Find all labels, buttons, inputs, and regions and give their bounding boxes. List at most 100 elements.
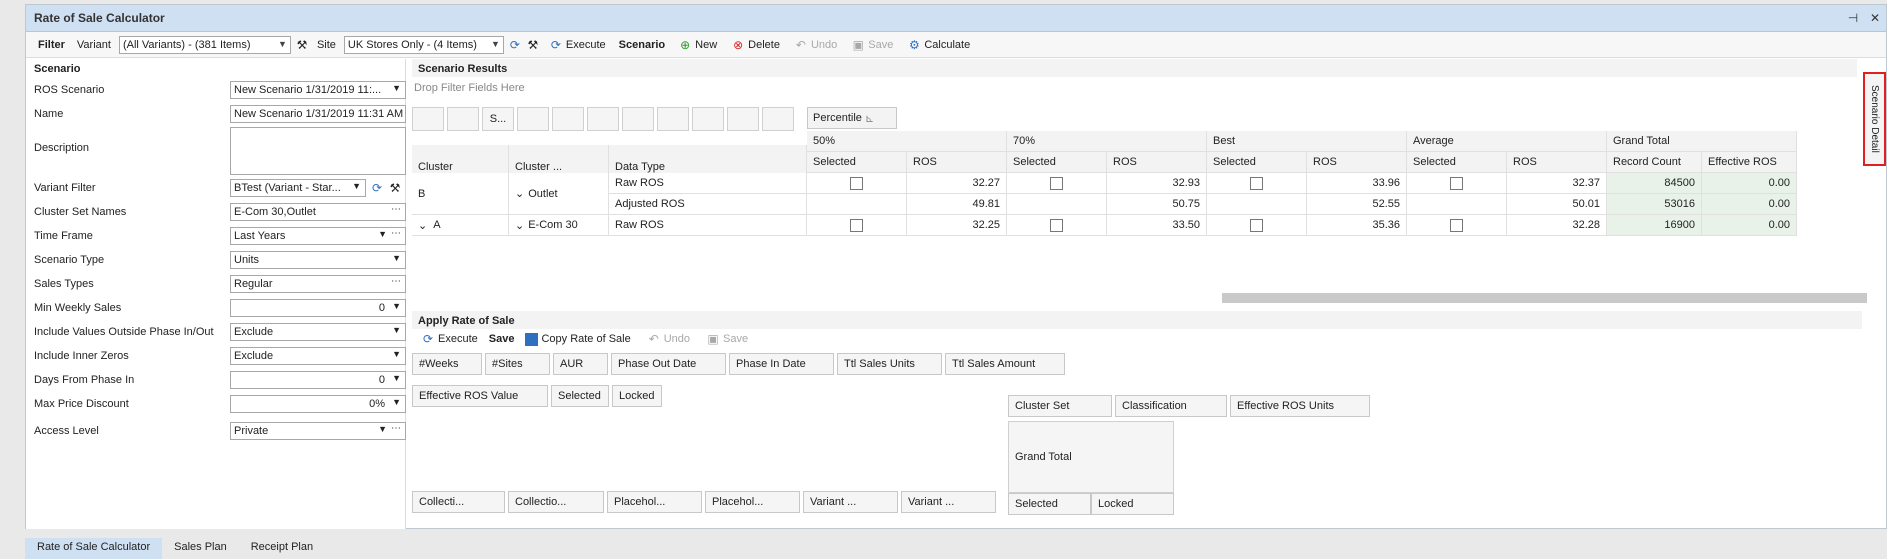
cluster-set-names-input[interactable]: E-Com 30,Outlet ⋯ [230,203,406,221]
chip-selected[interactable]: Selected [551,385,609,407]
cell-selected[interactable] [1407,215,1507,236]
tab-receipt-plan[interactable]: Receipt Plan [239,538,325,559]
max-price-discount-spinner[interactable]: 0% ▼ [230,395,406,413]
days-from-phase-in-spinner[interactable]: 0 ▼ [230,371,406,389]
cell-selected[interactable] [807,173,907,194]
checkbox[interactable] [1450,176,1463,190]
time-frame-combo[interactable]: Last Years ▼ ⋯ [230,227,406,245]
scenario-detail-tab[interactable]: Scenario Detail [1863,72,1886,166]
name-input[interactable]: New Scenario 1/31/2019 11:31 AM [230,105,406,123]
cell-selected[interactable] [1207,194,1307,215]
pin-icon[interactable]: ⊣ [1842,11,1864,25]
tab-sales-plan[interactable]: Sales Plan [162,538,239,559]
cell-ros: 33.50 [1107,215,1207,236]
description-textarea[interactable] [230,127,406,175]
filter-field-box[interactable] [727,107,759,131]
filter-field-box[interactable] [762,107,794,131]
tools-icon[interactable]: ⚒ [388,181,402,195]
filter-field-box[interactable] [692,107,724,131]
cell-selected[interactable] [807,215,907,236]
ros-scenario-combo[interactable]: New Scenario 1/31/2019 11:... ▼ [230,81,406,99]
chip-ttl-sales-amount[interactable]: Ttl Sales Amount [945,353,1065,375]
checkbox[interactable] [1250,176,1263,190]
site-combo[interactable]: UK Stores Only - (4 Items) ▼ [343,35,504,54]
ellipsis-icon[interactable]: ⋯ [391,228,401,239]
ellipsis-icon[interactable]: ⋯ [391,423,401,434]
refresh-icon[interactable]: ⟳ [508,38,522,52]
cell-selected[interactable] [807,194,907,215]
calculate-button[interactable]: ⚙ Calculate [902,38,975,52]
cell-selected[interactable] [1407,173,1507,194]
vertical-scrollbar[interactable] [1847,171,1861,241]
variant-filter-combo[interactable]: BTest (Variant - Star... ▼ [230,179,366,197]
refresh-icon[interactable]: ⟳ [370,181,384,195]
save-button[interactable]: ▣ Save [846,38,898,52]
chip-collection-2[interactable]: Collectio... [508,491,604,513]
tools-icon[interactable]: ⚒ [295,38,309,52]
chevron-down-icon[interactable]: ⌄ [418,219,427,232]
delete-button[interactable]: ⊗ Delete [726,38,785,52]
chip-variant-2[interactable]: Variant ... [901,491,996,513]
chip-cluster-set[interactable]: Cluster Set [1008,395,1112,417]
cell-selected[interactable] [1207,173,1307,194]
checkbox[interactable] [1250,218,1263,232]
apply-undo-button[interactable]: ↶ Undo [642,332,695,346]
new-button[interactable]: ⊕ New [673,38,722,52]
include-values-combo[interactable]: Exclude ▼ [230,323,406,341]
include-inner-zeros-combo[interactable]: Exclude ▼ [230,347,406,365]
execute-button[interactable]: ⟳ Execute [544,38,611,52]
checkbox[interactable] [1450,218,1463,232]
chip-phase-out-date[interactable]: Phase Out Date [611,353,726,375]
chip-effective-ros-value[interactable]: Effective ROS Value [412,385,548,407]
percentile-field[interactable]: Percentile ⊾ [807,107,897,129]
apply-save-button[interactable]: ▣ Save [701,332,753,346]
chip-effective-ros-units[interactable]: Effective ROS Units [1230,395,1370,417]
chevron-down-icon[interactable]: ⌄ [515,219,524,232]
chip-phase-in-date[interactable]: Phase In Date [729,353,834,375]
filter-field-box[interactable] [657,107,689,131]
cell-selected[interactable] [1407,194,1507,215]
apply-save-bold[interactable]: Save [489,333,515,345]
scenario-type-combo[interactable]: Units ▼ [230,251,406,269]
chip-aur[interactable]: AUR [553,353,608,375]
tab-rate-of-sale-calculator[interactable]: Rate of Sale Calculator [25,538,163,559]
filter-field-box[interactable] [587,107,619,131]
variant-combo[interactable]: (All Variants) - (381 Items) ▼ [118,35,291,54]
filter-field-box[interactable] [412,107,444,131]
chip-ttl-sales-units[interactable]: Ttl Sales Units [837,353,942,375]
cell-selected[interactable] [1007,215,1107,236]
undo-button[interactable]: ↶ Undo [789,38,842,52]
cell-selected[interactable] [1207,215,1307,236]
access-level-combo[interactable]: Private ▼ ⋯ [230,422,406,440]
chip-locked[interactable]: Locked [612,385,662,407]
chip-variant-1[interactable]: Variant ... [803,491,898,513]
checkbox[interactable] [1050,218,1063,232]
cell-selected[interactable] [1007,173,1107,194]
sales-types-input[interactable]: Regular ⋯ [230,275,406,293]
apply-execute-button[interactable]: ⟳ Execute [416,332,483,346]
chip-placeholder-1[interactable]: Placehol... [607,491,702,513]
chevron-down-icon[interactable]: ⌄ [515,187,524,200]
ellipsis-icon[interactable]: ⋯ [391,276,401,287]
filter-field-box[interactable] [552,107,584,131]
ellipsis-icon[interactable]: ⋯ [391,204,401,215]
min-weekly-sales-spinner[interactable]: 0 ▼ [230,299,406,317]
chip-sites[interactable]: #Sites [485,353,550,375]
chip-placeholder-2[interactable]: Placehol... [705,491,800,513]
close-icon[interactable]: ✕ [1864,11,1886,25]
cell-selected[interactable] [1007,194,1107,215]
filter-field-box[interactable]: S... [482,107,514,131]
field-value: New Scenario 1/31/2019 11:... [234,84,382,96]
checkbox[interactable] [850,218,863,232]
chip-weeks[interactable]: #Weeks [412,353,482,375]
checkbox[interactable] [1050,176,1063,190]
copy-rate-of-sale-checkbox[interactable]: Copy Rate of Sale [520,332,635,346]
chip-collection-1[interactable]: Collecti... [412,491,505,513]
horizontal-scrollbar[interactable] [1222,293,1867,303]
tools-icon[interactable]: ⚒ [526,38,540,52]
chip-classification[interactable]: Classification [1115,395,1227,417]
filter-field-box[interactable] [622,107,654,131]
filter-field-box[interactable] [517,107,549,131]
filter-field-box[interactable] [447,107,479,131]
checkbox[interactable] [850,176,863,190]
